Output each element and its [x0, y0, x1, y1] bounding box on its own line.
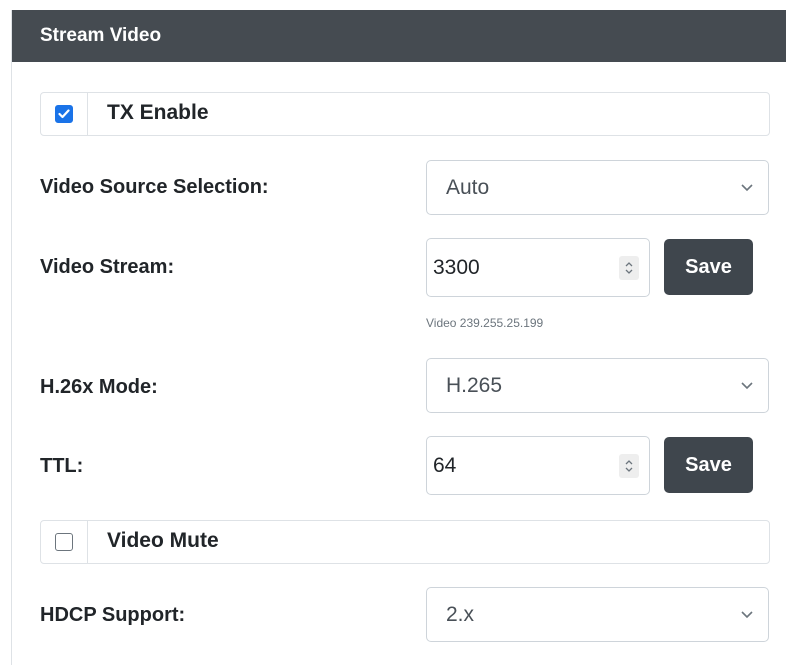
hdcp-support-value: 2.x — [446, 603, 475, 626]
h26x-mode-value: H.265 — [446, 374, 503, 397]
check-icon — [58, 109, 70, 119]
video-mute-label: Video Mute — [107, 529, 219, 552]
video-stream-label: Video Stream: — [40, 256, 175, 278]
ttl-spinner[interactable] — [619, 454, 639, 478]
tx-enable-label: TX Enable — [107, 101, 209, 124]
ttl-save-button[interactable]: Save — [664, 437, 753, 493]
ttl-label: TTL: — [40, 455, 84, 477]
video-stream-spinner[interactable] — [619, 256, 639, 280]
video-mute-row: Video Mute — [40, 520, 770, 564]
video-source-label: Video Source Selection: — [40, 176, 269, 198]
video-stream-helper-text: Video 239.255.25.199 — [426, 316, 544, 330]
panel-title: Stream Video — [12, 10, 786, 62]
h26x-mode-select[interactable]: H.265 — [426, 358, 769, 413]
ttl-value: 64 — [433, 454, 457, 477]
ttl-input[interactable]: 64 — [426, 436, 650, 495]
chevron-down-icon — [741, 382, 753, 390]
h26x-mode-label: H.26x Mode: — [40, 376, 158, 398]
chevron-down-icon — [741, 611, 753, 619]
tx-enable-checkbox[interactable] — [55, 105, 73, 123]
video-mute-checkbox[interactable] — [55, 533, 73, 551]
video-source-value: Auto — [446, 176, 490, 199]
video-stream-input[interactable]: 3300 — [426, 238, 650, 297]
hdcp-support-label: HDCP Support: — [40, 604, 186, 626]
hdcp-support-select[interactable]: 2.x — [426, 587, 769, 642]
video-stream-value: 3300 — [433, 256, 480, 279]
video-mute-checkbox-wrap — [41, 521, 88, 563]
video-source-select[interactable]: Auto — [426, 160, 769, 215]
tx-enable-row: TX Enable — [40, 92, 770, 136]
video-stream-save-button[interactable]: Save — [664, 239, 753, 295]
spinner-arrows-icon — [625, 262, 633, 274]
spinner-arrows-icon — [625, 460, 633, 472]
tx-enable-checkbox-wrap — [41, 93, 88, 135]
chevron-down-icon — [741, 184, 753, 192]
